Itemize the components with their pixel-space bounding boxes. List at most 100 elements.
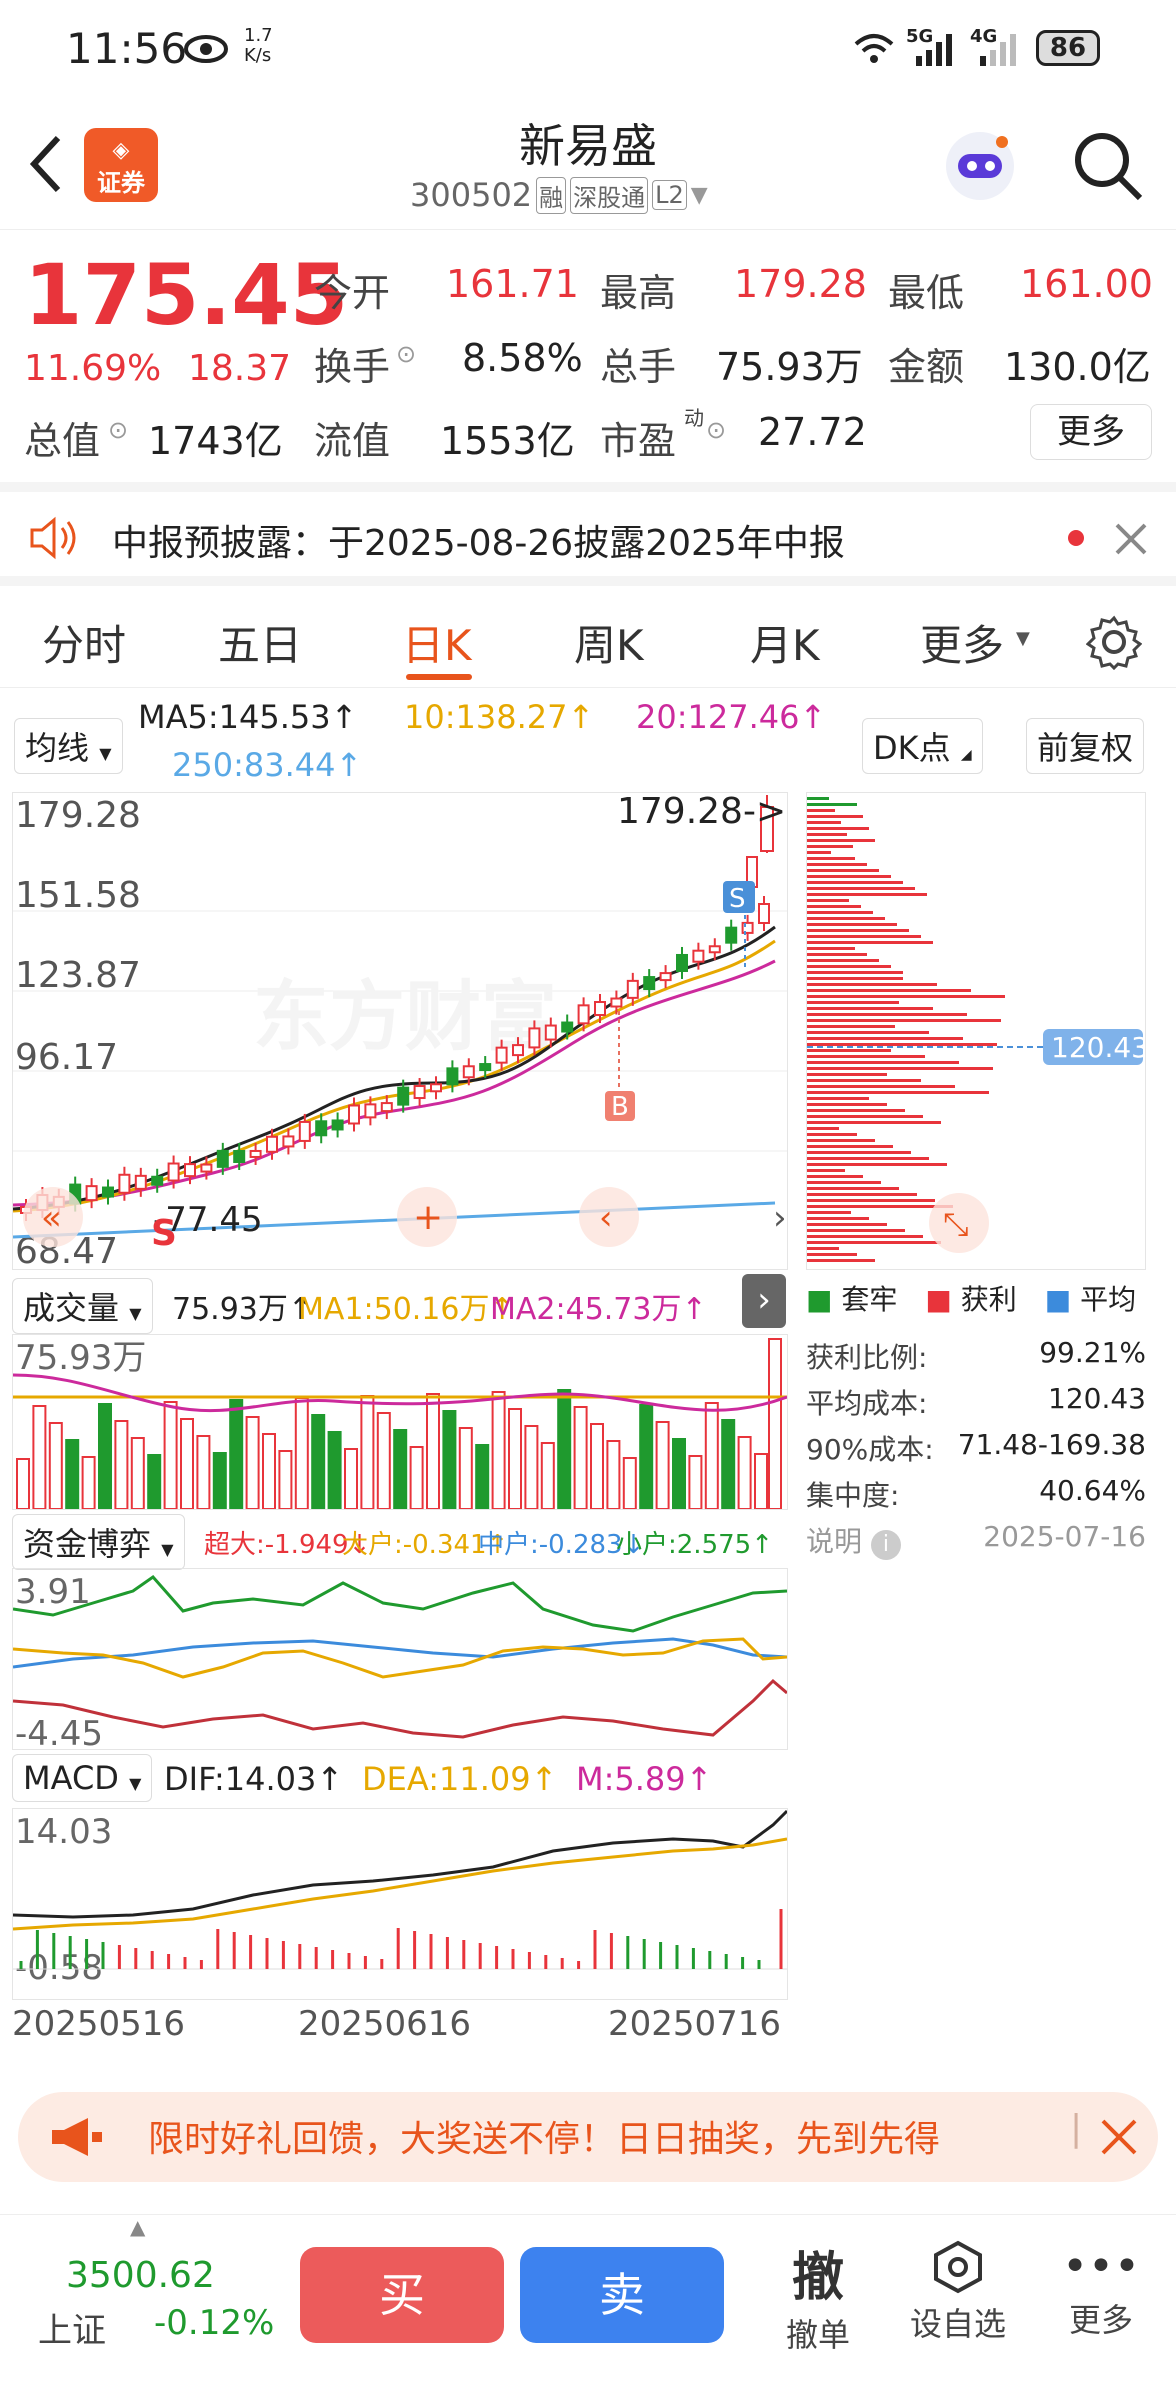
info-icon[interactable]: ⊙ — [396, 340, 416, 368]
volume-chart[interactable]: 75.93万 — [12, 1334, 788, 1510]
kline-chart[interactable]: 东方财富 179.28 151.58 123.87 96.17 68.47 17… — [12, 792, 788, 1270]
chip-bar — [807, 1019, 1001, 1022]
tab-more[interactable]: 更多 — [920, 612, 1004, 673]
candle-body — [479, 1063, 492, 1072]
chip-bar — [807, 1037, 963, 1040]
chip-bar — [807, 1247, 839, 1250]
fund-selector[interactable]: 资金博弈 ▼ — [12, 1514, 185, 1570]
chip-bar — [807, 995, 1005, 998]
collapse-arrow-button[interactable]: › — [742, 1274, 786, 1328]
notice-bar[interactable]: 中报预披露：于2025-08-26披露2025年中报 — [0, 482, 1176, 586]
macd-dif: DIF:14.03↑ — [164, 1760, 344, 1798]
s-signal: S — [729, 884, 746, 914]
dif-line — [13, 1809, 787, 1919]
adjust-button[interactable]: 前复权 — [1026, 718, 1145, 774]
more-quote-button[interactable]: 更多 — [1030, 404, 1152, 460]
tab-intraday[interactable]: 分时 — [42, 612, 126, 673]
robot-assistant-icon[interactable] — [940, 126, 1020, 206]
volume-bar — [98, 1403, 112, 1509]
chip-bar — [807, 1115, 923, 1118]
info-icon[interactable]: ⊙ — [706, 416, 726, 444]
fund-chart[interactable]: 3.91 -4.45 — [12, 1568, 788, 1750]
chip-note-row[interactable]: 说明 i 2025-07-16 — [806, 1520, 1146, 1570]
double-left-icon: « — [41, 1198, 62, 1238]
search-icon[interactable] — [1070, 128, 1146, 204]
legend-profit-label: 获利 — [960, 1283, 1017, 1316]
chip-bar — [807, 1121, 941, 1124]
tag-l2: L2 — [652, 180, 687, 210]
stat-value: 99.21% — [1039, 1336, 1146, 1369]
volume-bar — [754, 1453, 768, 1509]
volume-bar — [294, 1397, 309, 1509]
caret-up-icon[interactable]: ▲ — [130, 2215, 145, 2239]
gear-icon[interactable] — [1086, 614, 1142, 670]
dk-point-selector[interactable]: DK点 ◢ — [862, 718, 983, 774]
cancel-order-button[interactable]: 撤 撤单 — [768, 2235, 868, 2356]
close-icon[interactable] — [1100, 2118, 1138, 2156]
bottom-toolbar: ▲ 3500.62 上证 -0.12% 买 卖 撤 撤单 设自选 ••• 更多 — [0, 2214, 1176, 2400]
chip-bar — [807, 989, 971, 992]
chip-bar — [807, 911, 873, 914]
macd-m: M:5.89↑ — [576, 1760, 713, 1798]
sell-button[interactable]: 卖 — [520, 2247, 724, 2343]
buy-button[interactable]: 买 — [300, 2247, 504, 2343]
chip-bar — [807, 1211, 851, 1214]
volume-bar — [327, 1431, 342, 1509]
chip-bar — [807, 863, 867, 866]
chip-bar — [807, 887, 915, 890]
chevron-down-icon: ▼ — [690, 182, 708, 208]
y-label-4: 96.17 — [15, 1037, 118, 1078]
volume-bar — [475, 1444, 490, 1509]
ma-selector[interactable]: 均线 ▼ — [14, 718, 123, 774]
chip-bar — [807, 851, 831, 854]
y-label-3: 123.87 — [15, 955, 141, 996]
index-value[interactable]: 3500.62 — [66, 2255, 215, 2296]
tab-monthly-k[interactable]: 月K — [750, 612, 820, 673]
candle-body — [413, 1085, 426, 1100]
signal-icon-1 — [916, 34, 952, 66]
unread-dot — [1068, 530, 1084, 546]
dk-label: DK点 — [873, 729, 951, 767]
mktcap-value: 1743亿 — [148, 419, 283, 463]
legend-trapped-label: 套牢 — [841, 1283, 898, 1316]
chip-bar — [807, 881, 903, 884]
close-icon[interactable] — [1114, 522, 1148, 556]
chevron-right-icon[interactable]: › — [773, 1198, 787, 1238]
stock-code-row[interactable]: 300502 融 深股通 L2 ▼ — [410, 176, 708, 214]
small-fund-line — [13, 1575, 787, 1633]
candle-body — [676, 953, 688, 972]
cancel-icon: 撤 — [791, 2248, 844, 2308]
candle-body — [626, 979, 639, 999]
tab-weekly-k[interactable]: 周K — [574, 612, 644, 673]
more-button[interactable]: ••• 更多 — [1056, 2239, 1146, 2341]
volume-value: 75.93万 — [716, 345, 863, 389]
candle-body — [758, 903, 770, 924]
chip-svg: 120.43 ⤡ — [807, 797, 1145, 1262]
promo-banner[interactable]: 限时好礼回馈，大奖送不停！日日抽奖，先到先得 | — [18, 2092, 1158, 2182]
chip-bar — [807, 905, 861, 908]
chip-bar — [807, 1145, 893, 1148]
amount-label: 金额 — [888, 345, 965, 389]
stat-row: 90%成本: 71.48-169.38 — [806, 1428, 1146, 1474]
tab-daily-k[interactable]: 日K — [402, 612, 472, 673]
tab-five-day[interactable]: 五日 — [218, 612, 302, 673]
add-watchlist-button[interactable]: 设自选 — [900, 2239, 1016, 2345]
info-icon[interactable]: ⊙ — [108, 416, 128, 444]
volume-selector[interactable]: 成交量 ▼ — [12, 1278, 153, 1334]
stock-code: 300502 — [410, 176, 533, 214]
chip-bar — [807, 893, 927, 896]
chip-bar — [807, 1217, 869, 1220]
ma20-value: 20:127.46↑ — [636, 698, 827, 736]
chip-distribution[interactable]: 120.43 ⤡ — [806, 792, 1146, 1270]
watchlist-label: 设自选 — [909, 2305, 1006, 2343]
chip-bar — [807, 1085, 955, 1088]
volume-bar — [147, 1454, 162, 1509]
macd-chart[interactable]: 14.03 -0.58 — [12, 1808, 788, 2000]
candle-body — [446, 1067, 459, 1086]
chevron-down-icon: ▼ — [1016, 628, 1030, 649]
note-label: 说明 — [806, 1525, 863, 1558]
volume-bar — [163, 1401, 178, 1509]
macd-selector[interactable]: MACD ▼ — [12, 1754, 153, 1802]
volume-bar — [655, 1421, 670, 1509]
notice-text: 中报预披露：于2025-08-26披露2025年中报 — [112, 523, 845, 564]
